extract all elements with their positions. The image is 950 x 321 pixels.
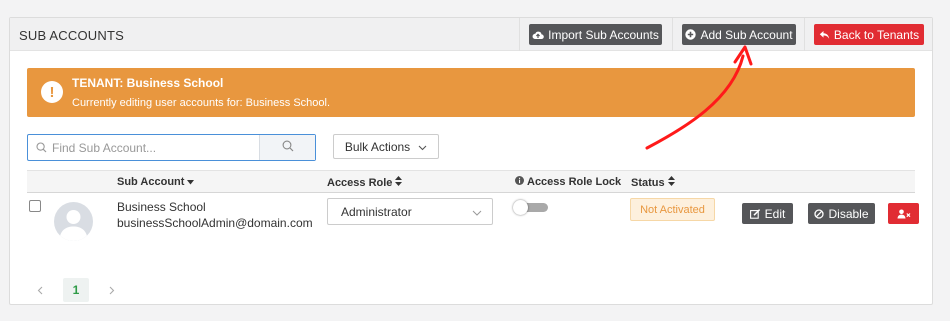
bulk-actions-label: Bulk Actions [344,139,411,154]
edit-button[interactable]: Edit [742,203,793,224]
add-sub-account-button[interactable]: Add Sub Account [682,24,796,45]
plus-circle-icon [685,29,697,40]
exclamation-icon: ! [41,81,63,103]
import-sub-accounts-button[interactable]: Import Sub Accounts [529,24,662,45]
sort-caret-icon [187,176,195,188]
status-badge: Not Activated [630,198,715,221]
search-button[interactable] [259,135,315,160]
pagination: 1 [27,278,125,302]
access-role-lock-toggle[interactable] [513,200,548,215]
sub-account-cell: Business School businessSchoolAdmin@doma… [117,199,313,231]
page-button-current[interactable]: 1 [63,278,89,302]
table-row: Business School businessSchoolAdmin@doma… [27,193,919,243]
column-status-label: Status [631,176,665,189]
cloud-upload-icon [532,30,544,40]
column-access-role-lock: Access Role Lock [515,176,621,188]
edit-label: Edit [764,206,786,221]
user-remove-icon [897,209,911,219]
panel-header: SUB ACCOUNTS Import Sub Accounts Add Sub… [10,18,932,51]
column-sub-account[interactable]: Sub Account [117,176,195,188]
header-divider [519,18,520,51]
magnifier-icon [282,140,294,155]
column-status[interactable]: Status [631,176,675,189]
back-to-tenants-label: Back to Tenants [833,27,920,42]
alert-text: Currently editing user accounts for: Bus… [72,97,331,109]
sub-accounts-panel: SUB ACCOUNTS Import Sub Accounts Add Sub… [9,17,933,305]
access-role-select[interactable]: Administrator [327,198,493,225]
disable-button[interactable]: Disable [808,203,875,224]
row-checkbox[interactable] [29,200,41,212]
page-title: SUB ACCOUNTS [19,28,124,43]
edit-icon [749,208,761,219]
bulk-actions-dropdown[interactable]: Bulk Actions [333,134,439,159]
search-input[interactable] [28,135,259,160]
column-access-role-label: Access Role [327,176,393,189]
prev-page-button[interactable] [27,278,53,302]
chevron-down-icon [418,140,427,154]
delete-user-button[interactable] [888,203,919,224]
header-divider [672,18,673,51]
tenant-alert: ! TENANT: Business School Currently edit… [27,68,915,117]
disable-label: Disable [828,206,869,221]
sub-account-name: Business School [117,200,206,214]
alert-title: TENANT: Business School [72,76,224,90]
search-icon [36,142,47,156]
ban-icon [814,208,825,219]
sort-both-icon [667,176,675,189]
sub-account-email: businessSchoolAdmin@domain.com [117,216,313,230]
column-access-role-lock-label: Access Role Lock [527,176,622,188]
avatar [54,202,93,241]
add-sub-account-label: Add Sub Account [700,27,793,42]
toggle-knob [513,200,528,215]
info-circle-icon[interactable] [515,176,524,188]
sub-accounts-table: Sub Account Access Role Access Role Lock… [27,170,919,243]
access-role-value: Administrator [341,204,412,219]
chevron-down-icon [472,205,482,219]
column-sub-account-label: Sub Account [117,176,185,188]
header-divider [804,18,805,51]
table-header: Sub Account Access Role Access Role Lock… [27,170,915,193]
sort-both-icon [395,176,403,189]
reply-arrow-icon [819,30,830,40]
import-sub-accounts-label: Import Sub Accounts [548,27,659,42]
search-group [27,134,316,161]
column-access-role[interactable]: Access Role [327,176,403,189]
next-page-button[interactable] [99,278,125,302]
back-to-tenants-button[interactable]: Back to Tenants [814,24,924,45]
